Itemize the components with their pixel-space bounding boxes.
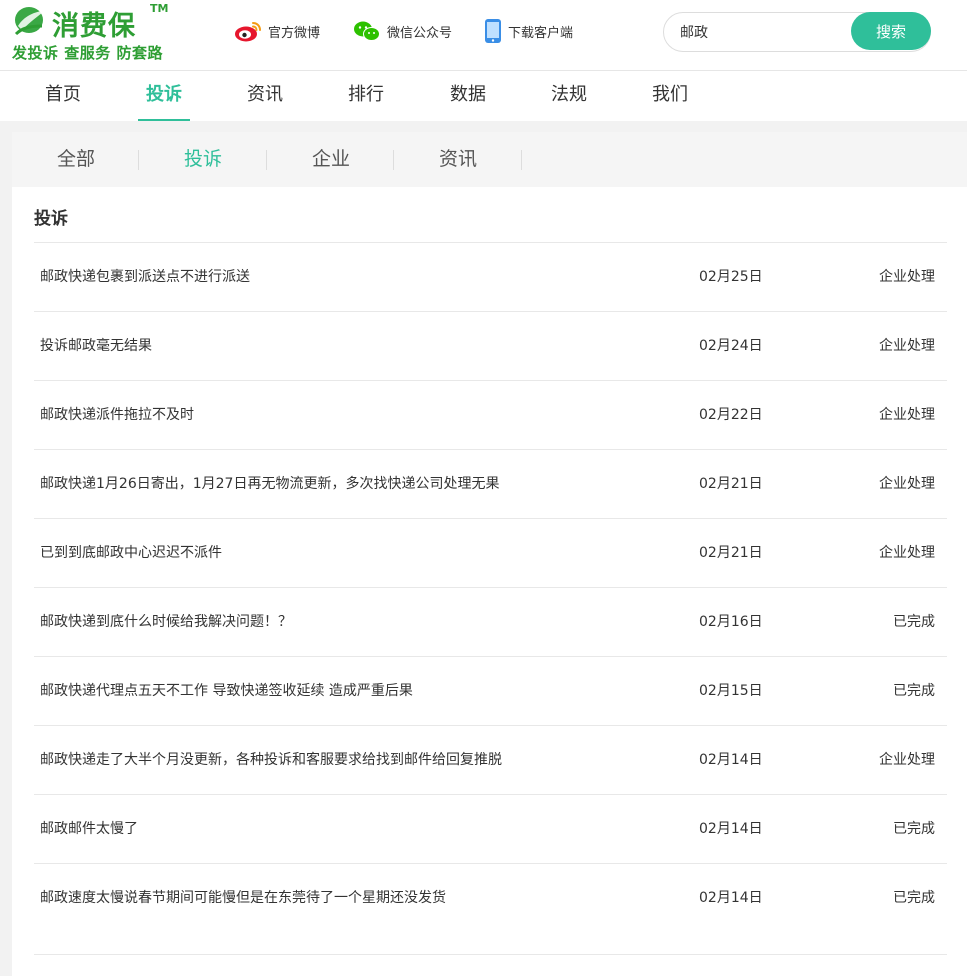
search-button[interactable]: 搜索: [851, 12, 931, 50]
nav-item-home[interactable]: 首页: [44, 71, 82, 119]
list-divider: [34, 954, 947, 955]
mobile-phone-icon: [485, 19, 501, 43]
complaint-list: 邮政快递包裹到派送点不进行派送 02月25日 企业处理 投诉邮政毫无结果 02月…: [34, 242, 947, 955]
main-nav: 首页 投诉 资讯 排行 数据 法规 我们: [0, 71, 967, 121]
content-area: 全部 投诉 企业 资讯 投诉 邮政快递包裹到派送点不进行派送 02月25日 企业…: [0, 121, 967, 976]
complaint-date: 02月22日: [699, 407, 763, 423]
nav-item-news[interactable]: 资讯: [246, 71, 284, 119]
complaint-status: 已完成: [893, 821, 935, 837]
search-box: 搜索: [663, 12, 931, 52]
complaint-row[interactable]: 邮政快递代理点五天不工作 导致快递签收延续 造成严重后果 02月15日 已完成: [34, 656, 947, 725]
complaint-status: 企业处理: [879, 269, 935, 285]
complaint-row[interactable]: 邮政快递到底什么时候给我解决问题！？ 02月16日 已完成: [34, 587, 947, 656]
complaint-row[interactable]: 邮政快递走了大半个月没更新，各种投诉和客服要求给找到邮件给回复推脱 02月14日…: [34, 725, 947, 794]
complaint-date: 02月21日: [699, 476, 763, 492]
section-title: 投诉: [34, 209, 68, 229]
complaint-date: 02月14日: [699, 821, 763, 837]
complaint-title[interactable]: 投诉邮政毫无结果: [40, 312, 152, 380]
complaint-status: 已完成: [893, 890, 935, 906]
weibo-link-label: 官方微博: [268, 25, 321, 41]
complaint-status: 已完成: [893, 683, 935, 699]
complaint-status: 企业处理: [879, 476, 935, 492]
search-category-tabs: 全部 投诉 企业 资讯: [12, 132, 967, 187]
brand-name: 消费保: [52, 11, 136, 42]
complaint-row[interactable]: 已到到底邮政中心迟迟不派件 02月21日 企业处理: [34, 518, 947, 587]
leaf-logo-icon: [14, 7, 46, 36]
download-app-label: 下载客户端: [508, 25, 574, 41]
site-header: 消费保 TM 发投诉 查服务 防套路 官方微博 微信公众号 下载客户端 邮政 搜…: [0, 0, 967, 71]
complaint-date: 02月16日: [699, 614, 763, 630]
tab-news[interactable]: 资讯: [394, 132, 522, 187]
nav-item-complaints[interactable]: 投诉: [138, 71, 190, 121]
complaint-title[interactable]: 已到到底邮政中心迟迟不派件: [40, 519, 222, 587]
search-input[interactable]: [680, 13, 845, 51]
complaint-status: 企业处理: [879, 338, 935, 354]
complaint-title[interactable]: 邮政速度太慢说春节期间可能慢但是在东莞待了一个星期还没发货: [40, 864, 446, 932]
complaint-row[interactable]: 邮政快递派件拖拉不及时 02月22日 企业处理: [34, 380, 947, 449]
complaint-title[interactable]: 邮政邮件太慢了: [40, 795, 138, 863]
download-app-link[interactable]: 下载客户端: [484, 18, 573, 44]
complaint-row[interactable]: 邮政邮件太慢了 02月14日 已完成: [34, 794, 947, 863]
complaint-status: 企业处理: [879, 752, 935, 768]
wechat-icon: [354, 21, 380, 41]
wechat-link[interactable]: 微信公众号: [353, 18, 452, 44]
results-panel: 全部 投诉 企业 资讯 投诉 邮政快递包裹到派送点不进行派送 02月25日 企业…: [12, 132, 967, 976]
nav-item-data[interactable]: 数据: [449, 71, 487, 119]
complaint-row[interactable]: 邮政速度太慢说春节期间可能慢但是在东莞待了一个星期还没发货 02月14日 已完成: [34, 863, 947, 932]
complaint-title[interactable]: 邮政快递代理点五天不工作 导致快递签收延续 造成严重后果: [40, 657, 413, 725]
complaint-status: 已完成: [893, 614, 935, 630]
complaint-title[interactable]: 邮政快递走了大半个月没更新，各种投诉和客服要求给找到邮件给回复推脱: [40, 726, 502, 794]
nav-item-about[interactable]: 我们: [651, 71, 689, 119]
complaint-title[interactable]: 邮政快递派件拖拉不及时: [40, 381, 194, 449]
complaint-row[interactable]: 邮政快递包裹到派送点不进行派送 02月25日 企业处理: [34, 242, 947, 311]
complaint-date: 02月14日: [699, 890, 763, 906]
complaint-title[interactable]: 邮政快递到底什么时候给我解决问题！？: [40, 588, 292, 656]
nav-item-ranking[interactable]: 排行: [347, 71, 385, 119]
complaint-date: 02月21日: [699, 545, 763, 561]
brand-tm: TM: [150, 2, 169, 15]
brand-slogan: 发投诉 查服务 防套路: [12, 44, 163, 62]
complaint-row[interactable]: 投诉邮政毫无结果 02月24日 企业处理: [34, 311, 947, 380]
complaint-date: 02月25日: [699, 269, 763, 285]
tab-companies[interactable]: 企业: [267, 132, 395, 187]
complaint-date: 02月15日: [699, 683, 763, 699]
complaint-title[interactable]: 邮政快递1月26日寄出，1月27日再无物流更新，多次找快递公司处理无果: [40, 450, 499, 518]
complaint-date: 02月24日: [699, 338, 763, 354]
tab-all[interactable]: 全部: [12, 132, 140, 187]
tab-complaints[interactable]: 投诉: [139, 132, 267, 187]
weibo-icon: [235, 22, 261, 42]
weibo-link[interactable]: 官方微博: [234, 18, 320, 44]
complaint-title[interactable]: 邮政快递包裹到派送点不进行派送: [40, 243, 250, 311]
site-logo[interactable]: 消费保 TM 发投诉 查服务 防套路: [12, 2, 172, 62]
complaint-date: 02月14日: [699, 752, 763, 768]
complaint-status: 企业处理: [879, 407, 935, 423]
complaint-status: 企业处理: [879, 545, 935, 561]
complaint-row[interactable]: 邮政快递1月26日寄出，1月27日再无物流更新，多次找快递公司处理无果 02月2…: [34, 449, 947, 518]
tab-divider: [521, 150, 522, 170]
nav-item-laws[interactable]: 法规: [550, 71, 588, 119]
wechat-link-label: 微信公众号: [387, 25, 453, 41]
